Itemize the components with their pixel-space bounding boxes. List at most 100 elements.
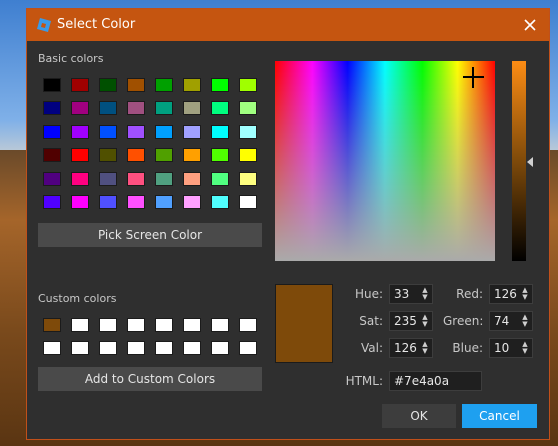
basic-color-swatch[interactable]	[99, 148, 117, 163]
custom-color-swatch[interactable]	[183, 318, 201, 332]
basic-color-swatch[interactable]	[155, 101, 173, 116]
basic-color-swatch[interactable]	[127, 148, 145, 163]
basic-color-swatch[interactable]	[71, 78, 89, 92]
sat-value: 235	[394, 314, 417, 328]
blue-label: Blue:	[452, 341, 483, 355]
custom-color-swatch[interactable]	[71, 341, 89, 355]
basic-color-swatch[interactable]	[71, 124, 89, 139]
basic-color-swatch[interactable]	[99, 171, 117, 186]
add-to-custom-colors-button[interactable]: Add to Custom Colors	[38, 367, 262, 391]
basic-color-swatch[interactable]	[43, 101, 61, 116]
spin-arrows-icon[interactable]: ▲ ▼	[421, 287, 429, 301]
basic-color-swatch[interactable]	[43, 148, 61, 163]
basic-color-swatch[interactable]	[211, 78, 229, 92]
green-label: Green:	[443, 314, 484, 328]
basic-color-swatch[interactable]	[99, 195, 117, 209]
basic-color-swatch[interactable]	[127, 195, 145, 209]
spin-arrows-icon[interactable]: ▲ ▼	[521, 314, 529, 328]
basic-color-swatch[interactable]	[183, 195, 201, 209]
basic-color-swatch[interactable]	[155, 124, 173, 139]
basic-color-swatch[interactable]	[239, 101, 257, 116]
basic-color-swatch[interactable]	[183, 124, 201, 139]
basic-color-swatch[interactable]	[155, 195, 173, 209]
basic-color-swatch[interactable]	[239, 124, 257, 139]
basic-color-swatch[interactable]	[239, 171, 257, 186]
luminance-slider[interactable]	[512, 61, 526, 261]
dialog-title: Select Color	[57, 17, 136, 32]
spin-arrows-icon[interactable]: ▲ ▼	[421, 314, 429, 328]
basic-color-swatch[interactable]	[155, 171, 173, 186]
pick-screen-color-button[interactable]: Pick Screen Color	[38, 223, 262, 247]
basic-color-swatch[interactable]	[71, 195, 89, 209]
blue-spinbox[interactable]: 10 ▲ ▼	[489, 338, 533, 358]
val-spinbox[interactable]: 126 ▲ ▼	[389, 338, 433, 358]
spin-arrows-icon[interactable]: ▲ ▼	[521, 287, 529, 301]
app-icon	[37, 18, 51, 32]
basic-color-swatch[interactable]	[155, 78, 173, 92]
hue-value: 33	[394, 287, 410, 301]
custom-color-swatch[interactable]	[127, 341, 145, 355]
custom-color-swatch[interactable]	[211, 318, 229, 332]
custom-color-swatch[interactable]	[43, 341, 61, 355]
crosshair-marker-vertical	[472, 67, 474, 88]
basic-color-swatch[interactable]	[239, 195, 257, 209]
basic-color-swatch[interactable]	[71, 101, 89, 116]
custom-color-swatch[interactable]	[43, 318, 61, 332]
custom-color-swatch[interactable]	[239, 318, 257, 332]
basic-color-swatch[interactable]	[99, 124, 117, 139]
basic-color-swatch[interactable]	[211, 171, 229, 186]
red-spinbox[interactable]: 126 ▲ ▼	[489, 284, 533, 304]
spin-arrows-icon[interactable]: ▲ ▼	[421, 341, 429, 355]
green-value: 74	[494, 314, 510, 328]
basic-color-swatch[interactable]	[239, 78, 257, 92]
custom-color-swatch[interactable]	[99, 341, 117, 355]
basic-color-swatch[interactable]	[43, 195, 61, 209]
blue-value: 10	[494, 341, 510, 355]
basic-color-swatch[interactable]	[239, 148, 257, 163]
basic-color-swatch[interactable]	[127, 101, 145, 116]
luminance-arrow-icon[interactable]	[527, 157, 533, 167]
current-color-preview	[275, 284, 333, 363]
color-spectrum[interactable]	[275, 61, 495, 261]
basic-color-swatch[interactable]	[71, 171, 89, 186]
spin-arrows-icon[interactable]: ▲ ▼	[521, 341, 529, 355]
basic-color-swatch[interactable]	[99, 78, 117, 92]
basic-color-swatch[interactable]	[211, 124, 229, 139]
sat-label: Sat:	[359, 314, 383, 328]
basic-color-swatch[interactable]	[183, 171, 201, 186]
basic-color-swatch[interactable]	[183, 101, 201, 116]
custom-color-swatch[interactable]	[155, 341, 173, 355]
custom-color-swatch[interactable]	[127, 318, 145, 332]
cancel-button[interactable]: Cancel	[462, 404, 537, 428]
html-color-input[interactable]: #7e4a0a	[389, 371, 482, 391]
basic-color-swatch[interactable]	[43, 124, 61, 139]
basic-color-swatch[interactable]	[43, 78, 61, 92]
custom-color-swatch[interactable]	[183, 341, 201, 355]
basic-color-swatch[interactable]	[127, 171, 145, 186]
basic-color-swatch[interactable]	[183, 148, 201, 163]
custom-color-swatch[interactable]	[99, 318, 117, 332]
custom-color-swatch[interactable]	[211, 341, 229, 355]
val-label: Val:	[360, 341, 383, 355]
basic-color-swatch[interactable]	[127, 124, 145, 139]
basic-color-swatch[interactable]	[127, 78, 145, 92]
hue-spinbox[interactable]: 33 ▲ ▼	[389, 284, 433, 304]
basic-color-swatch[interactable]	[99, 101, 117, 116]
green-spinbox[interactable]: 74 ▲ ▼	[489, 311, 533, 331]
red-value: 126	[494, 287, 517, 301]
close-button[interactable]	[517, 13, 543, 37]
basic-color-swatch[interactable]	[155, 148, 173, 163]
custom-color-swatch[interactable]	[71, 318, 89, 332]
val-value: 126	[394, 341, 417, 355]
basic-color-swatch[interactable]	[211, 101, 229, 116]
sat-spinbox[interactable]: 235 ▲ ▼	[389, 311, 433, 331]
basic-color-swatch[interactable]	[211, 148, 229, 163]
custom-color-swatch[interactable]	[155, 318, 173, 332]
custom-color-swatch[interactable]	[239, 341, 257, 355]
basic-color-swatch[interactable]	[71, 148, 89, 163]
hue-label: Hue:	[354, 287, 383, 301]
basic-color-swatch[interactable]	[183, 78, 201, 92]
basic-color-swatch[interactable]	[43, 171, 61, 186]
ok-button[interactable]: OK	[382, 404, 456, 428]
basic-color-swatch[interactable]	[211, 195, 229, 209]
